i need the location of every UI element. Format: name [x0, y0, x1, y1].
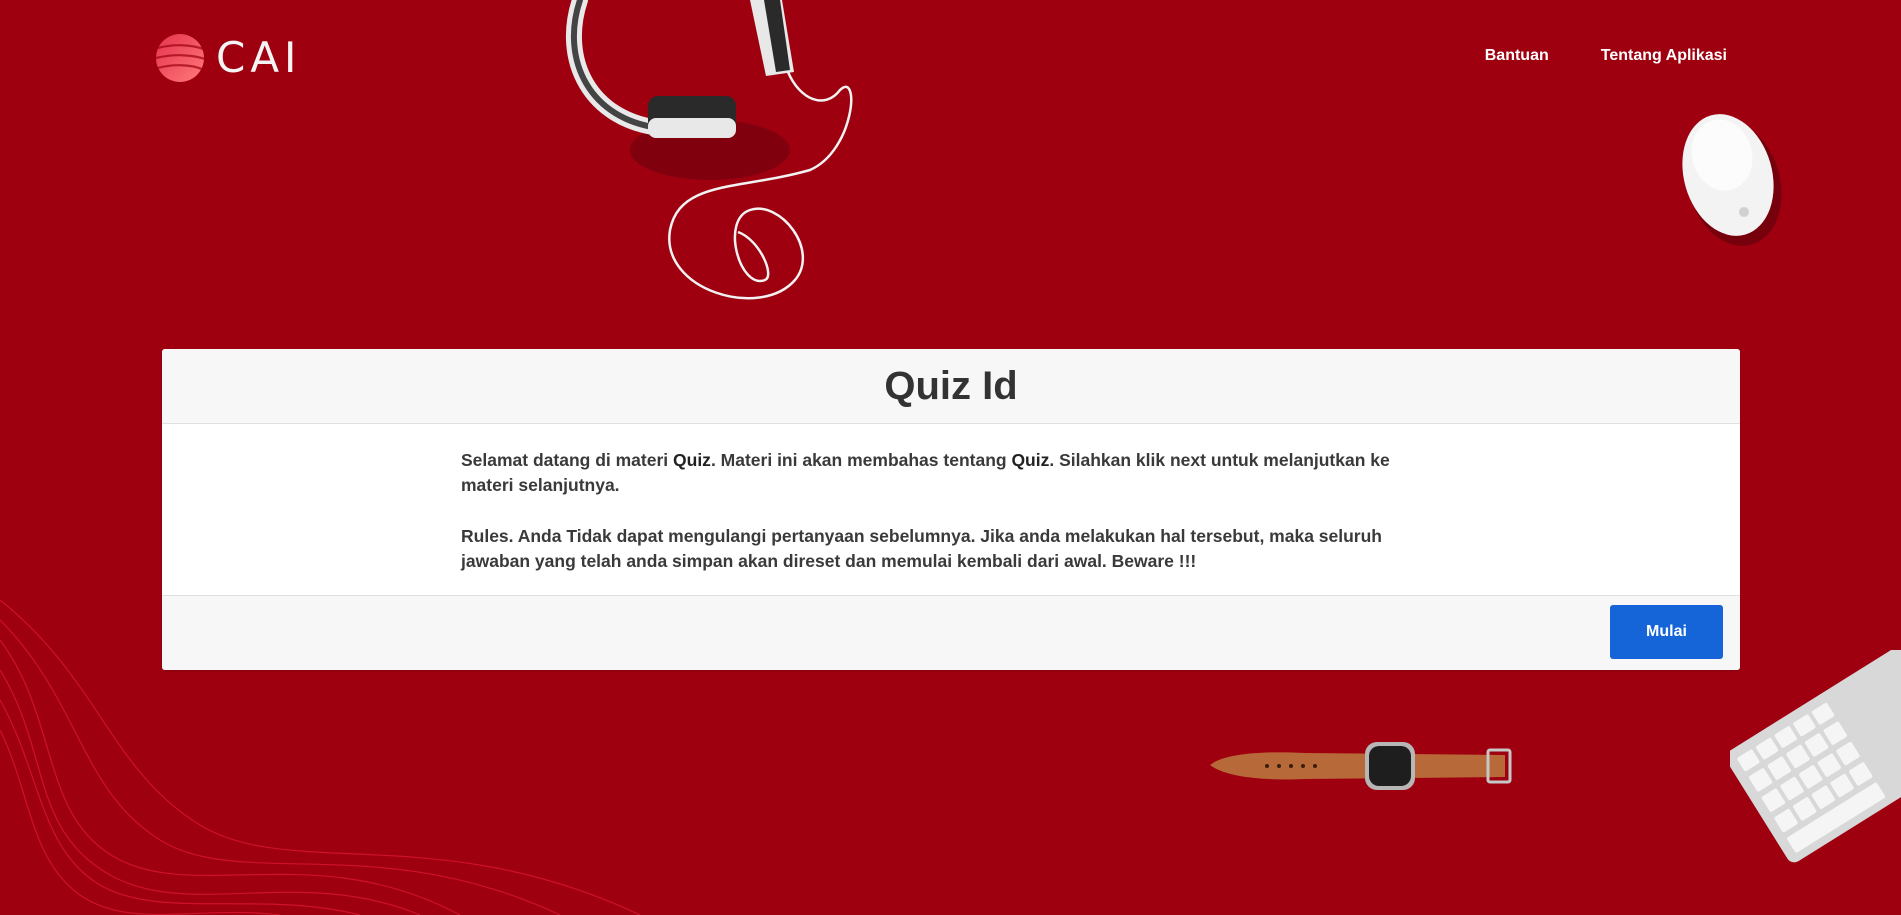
- quiz-card-footer: Mulai: [162, 595, 1740, 670]
- top-nav: Bantuan Tentang Aplikasi: [1485, 47, 1727, 65]
- intro-text: Selamat datang di materi Quiz. Materi in…: [461, 450, 1390, 495]
- quiz-card: Quiz Id Selamat datang di materi Quiz. M…: [162, 349, 1740, 670]
- mouse-icon: [1682, 114, 1782, 246]
- start-button[interactable]: Mulai: [1610, 605, 1723, 659]
- rules-text: Rules. Anda Tidak dapat mengulangi perta…: [461, 526, 1382, 571]
- page-title: Quiz Id: [884, 363, 1018, 408]
- app-logo[interactable]: CAI: [152, 32, 301, 84]
- headphones-icon: [565, 0, 853, 300]
- nav-link-tentang-aplikasi[interactable]: Tentang Aplikasi: [1601, 47, 1727, 65]
- watch-icon: [1210, 742, 1512, 790]
- quiz-card-body: Selamat datang di materi Quiz. Materi in…: [162, 424, 1740, 595]
- quiz-card-header: Quiz Id: [162, 349, 1740, 424]
- logo-globe-icon: [155, 34, 209, 82]
- nav-link-bantuan[interactable]: Bantuan: [1485, 47, 1549, 65]
- keyboard-icon: [1730, 650, 1901, 863]
- logo-text: CAI: [216, 33, 302, 82]
